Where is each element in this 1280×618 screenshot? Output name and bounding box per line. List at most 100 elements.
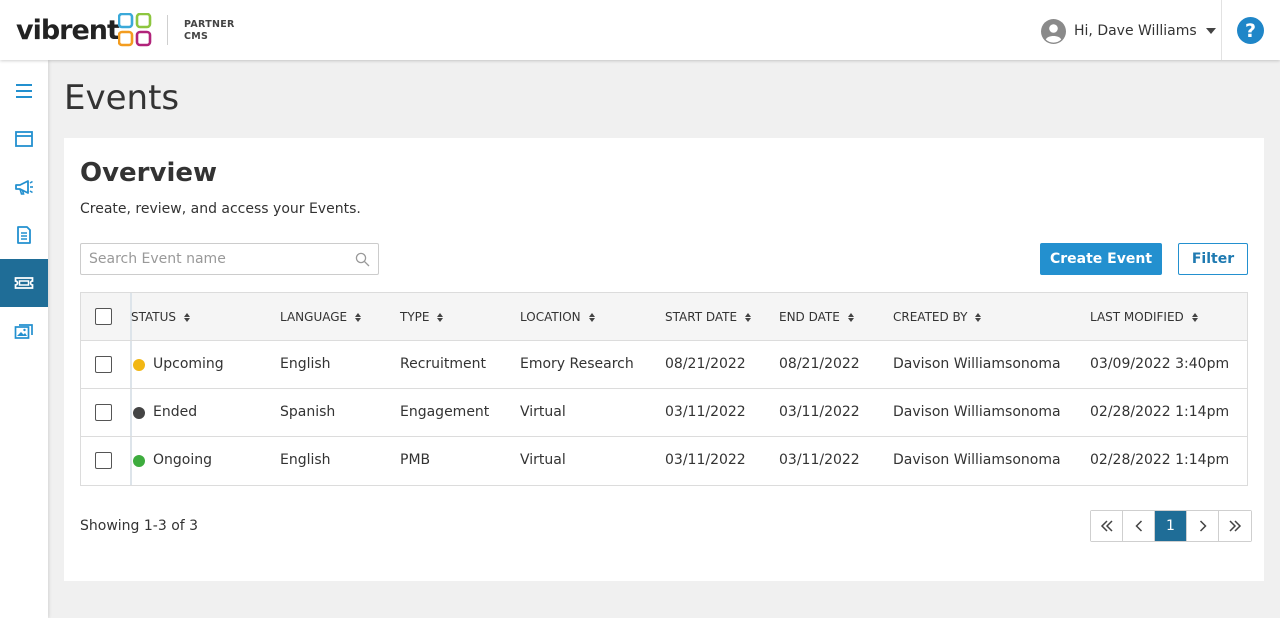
partner-cms-label: PARTNER CMS [184,19,235,42]
last-modified-cell: 03/09/2022 3:40pm [1090,356,1230,372]
column-header-created-by[interactable]: CREATED BY [893,310,982,324]
select-all-checkbox[interactable] [95,308,112,325]
sidebar-item-documents[interactable] [0,211,48,259]
row-checkbox[interactable] [95,404,112,421]
start-date-cell: 08/21/2022 [665,356,746,372]
filter-button[interactable]: Filter [1178,243,1248,275]
megaphone-icon [15,180,33,195]
events-table: STATUS LANGUAGE TYPE LOCATION START DATE… [80,292,1248,486]
first-page-button[interactable] [1091,511,1123,541]
end-date-cell: 03/11/2022 [779,404,860,420]
pagination: 1 [1090,510,1252,542]
svg-text:?: ? [1245,20,1256,42]
end-date-cell: 08/21/2022 [779,356,860,372]
start-date-cell: 03/11/2022 [665,452,746,468]
sidebar-item-pages[interactable] [0,115,48,163]
sidebar [0,60,48,618]
chevron-down-icon [1205,28,1216,34]
chevron-left-icon [1134,520,1142,532]
sidebar-item-campaigns[interactable] [0,163,48,211]
column-divider [130,389,132,436]
menu-icon [16,84,32,98]
location-cell: Emory Research [520,356,634,372]
document-icon [17,226,31,244]
search-icon[interactable] [355,252,370,267]
language-cell: English [280,452,331,468]
logo-divider [167,15,168,45]
table-row[interactable]: Ongoing English PMB Virtual 03/11/2022 0… [81,437,1247,485]
previous-page-button[interactable] [1123,511,1155,541]
next-page-button[interactable] [1187,511,1219,541]
column-header-language[interactable]: LANGUAGE [280,310,362,324]
last-page-button[interactable] [1219,511,1251,541]
sort-icon [1191,312,1198,322]
status-dot [133,359,145,371]
type-cell: Recruitment [400,356,487,372]
logo-text: vibrent [16,14,120,46]
column-header-type[interactable]: TYPE [400,310,444,324]
status-cell: Ended [153,404,198,420]
location-cell: Virtual [520,404,566,420]
help-icon[interactable]: ? [1237,17,1264,44]
sort-icon [588,312,595,322]
sidebar-item-media[interactable] [0,307,48,355]
overview-title: Overview [80,158,218,188]
last-modified-cell: 02/28/2022 1:14pm [1090,452,1230,468]
created-by-cell: Davison Williamsonoma [893,404,1061,420]
type-cell: PMB [400,452,431,468]
page-button-current[interactable]: 1 [1155,511,1187,541]
showing-count: Showing 1-3 of 3 [80,518,199,534]
status-dot [133,455,145,467]
location-cell: Virtual [520,452,566,468]
sort-icon [745,312,752,322]
sort-icon [975,312,982,322]
language-cell: English [280,356,331,372]
double-chevron-left-icon [1100,520,1113,532]
status-cell: Ongoing [153,452,212,468]
created-by-cell: Davison Williamsonoma [893,356,1061,372]
user-greeting: Hi, Dave Williams [1074,23,1197,39]
user-avatar-icon [1041,18,1066,44]
column-divider [130,341,132,388]
row-checkbox[interactable] [95,452,112,469]
sort-icon [355,312,362,322]
ticket-icon [14,277,34,289]
column-header-status[interactable]: STATUS [131,310,191,324]
header-divider [1221,0,1222,60]
double-chevron-right-icon [1229,520,1242,532]
column-header-end-date[interactable]: END DATE [779,310,854,324]
created-by-cell: Davison Williamsonoma [893,452,1061,468]
table-row[interactable]: Upcoming English Recruitment Emory Resea… [81,341,1247,389]
table-header: STATUS LANGUAGE TYPE LOCATION START DATE… [81,293,1247,341]
user-menu[interactable]: Hi, Dave Williams [1041,18,1216,44]
type-cell: Engagement [400,404,490,420]
vibrent-logo[interactable]: vibrent [16,13,152,47]
status-cell: Upcoming [153,356,224,372]
window-icon [15,131,33,147]
column-header-start-date[interactable]: START DATE [665,310,752,324]
last-modified-cell: 02/28/2022 1:14pm [1090,404,1230,420]
sort-icon [847,312,854,322]
create-event-button[interactable]: Create Event [1040,243,1162,275]
overview-subtitle: Create, review, and access your Events. [80,201,361,217]
row-checkbox[interactable] [95,356,112,373]
status-dot [133,407,145,419]
images-icon [14,324,33,339]
end-date-cell: 03/11/2022 [779,452,860,468]
language-cell: Spanish [280,404,336,420]
search-input[interactable] [81,244,341,274]
sort-icon [437,312,444,322]
table-row[interactable]: Ended Spanish Engagement Virtual 03/11/2… [81,389,1247,437]
column-header-last-modified[interactable]: LAST MODIFIED [1090,310,1198,324]
chevron-right-icon [1199,520,1207,532]
column-divider [130,437,132,485]
sidebar-item-menu[interactable] [0,67,48,115]
overview-card: Overview Create, review, and access your… [64,138,1264,581]
start-date-cell: 03/11/2022 [665,404,746,420]
page-title: Events [64,78,180,118]
search-box [80,243,379,275]
sort-icon [184,312,191,322]
sidebar-item-events[interactable] [0,259,48,307]
column-header-location[interactable]: LOCATION [520,310,595,324]
top-bar: vibrent PARTNER CMS Hi, Dave Williams ? [0,0,1280,60]
